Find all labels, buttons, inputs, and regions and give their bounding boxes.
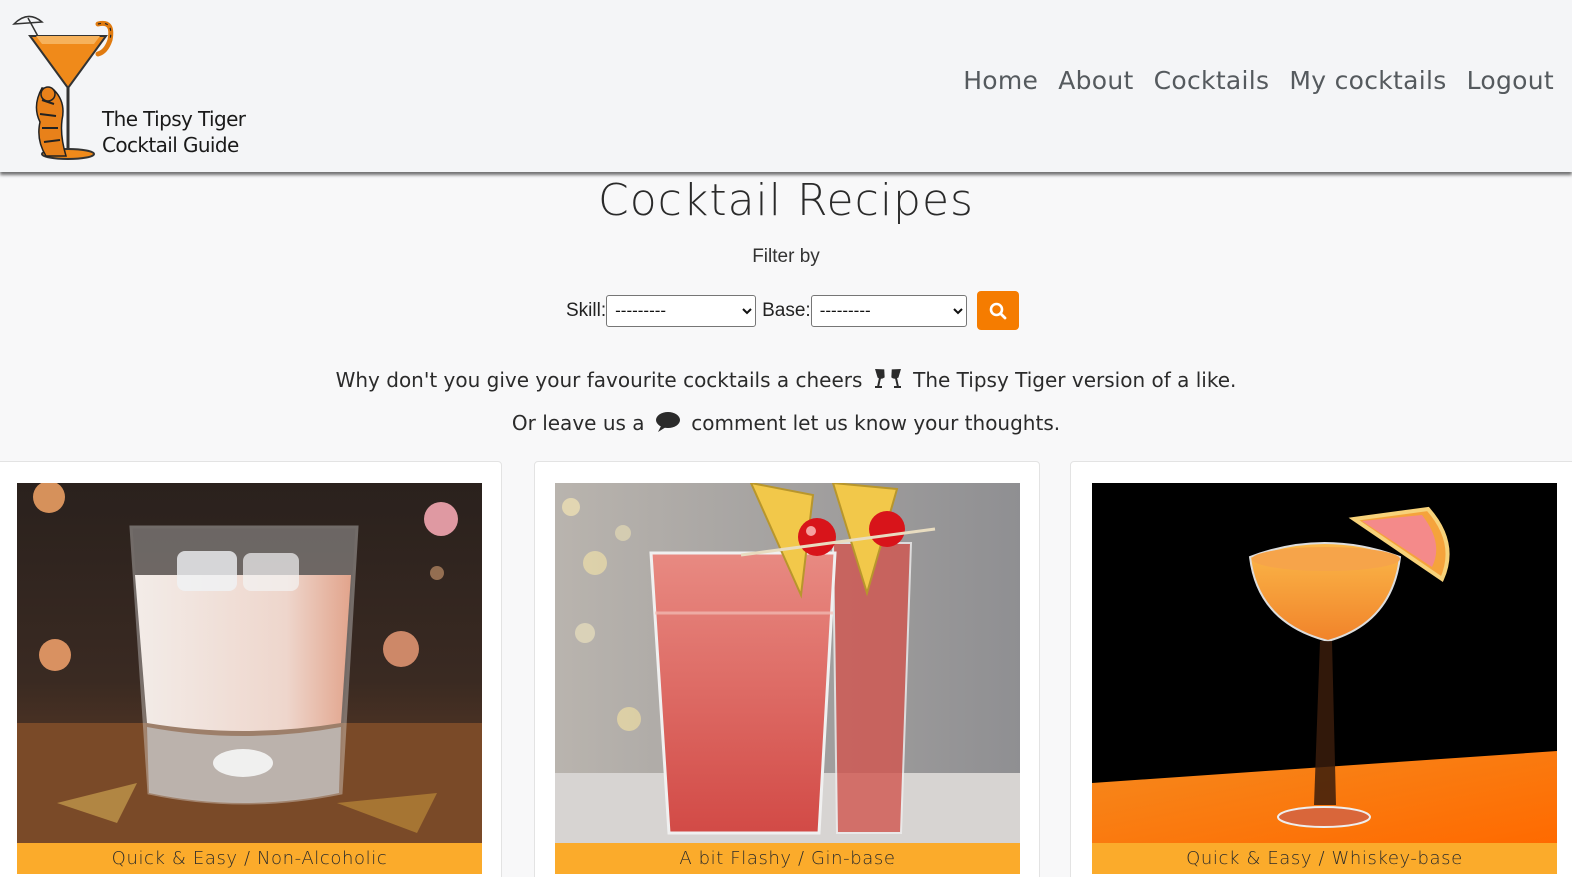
intro-line-1-start: Why don't you give your favourite cockta… bbox=[335, 368, 863, 392]
cocktail-card[interactable]: Quick & Easy / Non-Alcoholic bbox=[0, 461, 502, 877]
brand-line-1: The Tipsy Tiger bbox=[102, 107, 246, 131]
cocktail-image-orange-drink[interactable] bbox=[1092, 483, 1557, 843]
main-nav: Home About Cocktails My cocktails Logout bbox=[963, 66, 1554, 95]
brand-line-2: Cocktail Guide bbox=[102, 133, 239, 157]
search-button[interactable] bbox=[976, 291, 1019, 330]
navbar: The Tipsy Tiger Cocktail Guide Home Abou… bbox=[0, 0, 1572, 172]
filter-label: Filter by bbox=[752, 246, 820, 267]
brand-name: The Tipsy Tiger Cocktail Guide bbox=[102, 106, 272, 158]
filter-form: Skill: --------- Base: --------- bbox=[566, 291, 1019, 330]
skill-select[interactable]: --------- bbox=[606, 294, 757, 327]
page-title: Cocktail Recipes bbox=[598, 175, 974, 226]
nav-about[interactable]: About bbox=[1058, 66, 1133, 95]
search-icon bbox=[989, 302, 1007, 319]
intro-line-2: Or leave us a comment let us know your t… bbox=[0, 403, 1572, 446]
cocktail-tag: Quick & Easy / Non-Alcoholic bbox=[17, 843, 482, 874]
intro-line-1: Why don't you give your favourite cockta… bbox=[0, 360, 1572, 403]
base-label: Base: bbox=[762, 299, 811, 321]
cocktail-image-red-drink[interactable] bbox=[555, 483, 1020, 843]
cocktail-card[interactable]: A bit Flashy / Gin-base bbox=[534, 461, 1040, 877]
cocktail-card[interactable]: Quick & Easy / Whiskey-base bbox=[1070, 461, 1572, 877]
cheers-glasses-icon bbox=[873, 363, 903, 403]
nav-home[interactable]: Home bbox=[963, 66, 1038, 95]
intro-text: Why don't you give your favourite cockta… bbox=[0, 360, 1572, 446]
comment-bubble-icon bbox=[655, 406, 681, 446]
nav-my-cocktails[interactable]: My cocktails bbox=[1289, 66, 1446, 95]
cocktail-image-white-drink[interactable] bbox=[17, 483, 482, 843]
brand-logo[interactable]: The Tipsy Tiger Cocktail Guide bbox=[10, 10, 270, 165]
nav-cocktails[interactable]: Cocktails bbox=[1154, 66, 1270, 95]
intro-line-2-start: Or leave us a bbox=[511, 411, 645, 435]
intro-line-1-end: The Tipsy Tiger version of a like. bbox=[913, 368, 1237, 392]
cocktail-tag: A bit Flashy / Gin-base bbox=[555, 843, 1020, 874]
base-select[interactable]: --------- bbox=[810, 294, 967, 327]
intro-line-2-end: comment let us know your thoughts. bbox=[691, 411, 1061, 435]
nav-logout[interactable]: Logout bbox=[1467, 66, 1554, 95]
skill-label: Skill: bbox=[566, 299, 607, 321]
cocktail-tag: Quick & Easy / Whiskey-base bbox=[1092, 843, 1557, 874]
